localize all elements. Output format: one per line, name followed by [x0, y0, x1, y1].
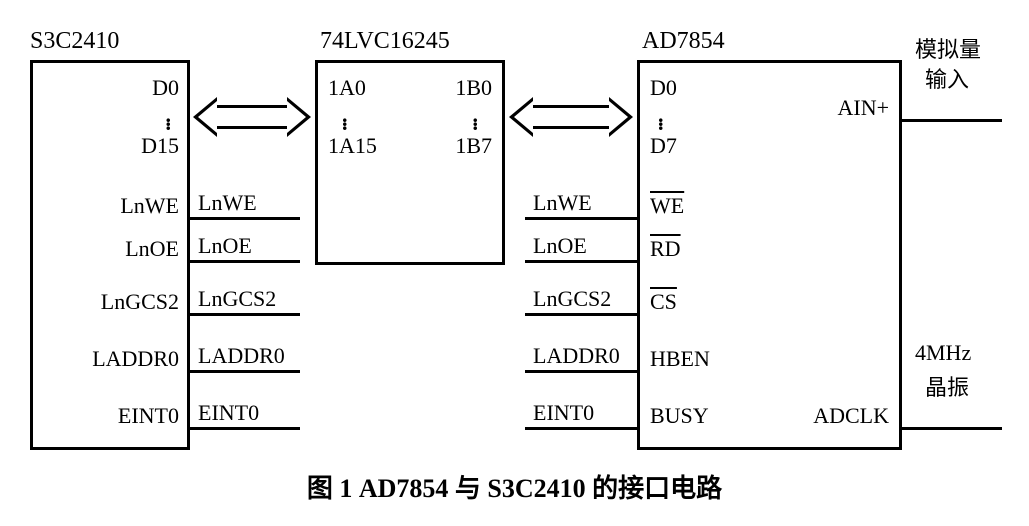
ext-label-clk1: 4MHz [915, 340, 971, 366]
chip2-pin-1b7: 1B7 [455, 133, 492, 159]
wire [190, 313, 300, 316]
chip1-pin-lngcs2: LnGCS2 [101, 289, 179, 315]
wire [525, 370, 637, 373]
vdots-icon: ... [473, 113, 479, 125]
chip1-pin-d15: D15 [141, 133, 179, 159]
chip1-pin-lnoe: LnOE [125, 236, 179, 262]
chip3-pin-cs: CS [650, 289, 677, 315]
wire [190, 217, 300, 220]
wire [525, 427, 637, 430]
chip-ad7854: D0 ... D7 WE RD CS HBEN BUSY AIN+ ADCLK [637, 60, 902, 450]
chip3-title: AD7854 [642, 28, 725, 55]
wire [902, 427, 1002, 430]
wire [525, 217, 637, 220]
chip3-pin-busy: BUSY [650, 403, 709, 429]
figure-caption: 图 1 AD7854 与 S3C2410 的接口电路 [20, 468, 1009, 505]
chip3-pin-adclk: ADCLK [813, 403, 889, 429]
chip1-title: S3C2410 [30, 28, 119, 55]
wire-label-lnwe-2: LnWE [533, 190, 592, 216]
ext-label-analog2: 输入 [925, 62, 969, 94]
wire-label-laddr0-2: LADDR0 [533, 343, 620, 369]
chip1-pin-eint0: EINT0 [118, 403, 179, 429]
chip3-pin-we: WE [650, 193, 684, 219]
interface-circuit-diagram: S3C2410 D0 ... D15 LnWE LnOE LnGCS2 LADD… [20, 20, 1009, 506]
chip2-pin-1a0: 1A0 [328, 75, 366, 101]
ext-label-clk2: 晶振 [925, 370, 969, 402]
wire-label-lngcs2: LnGCS2 [198, 286, 276, 312]
chip1-pin-laddr0: LADDR0 [92, 346, 179, 372]
wire-label-lnoe: LnOE [198, 233, 252, 259]
ext-label-analog1: 模拟量 [915, 32, 981, 64]
wire-label-lngcs2-2: LnGCS2 [533, 286, 611, 312]
chip2-pin-1b0: 1B0 [455, 75, 492, 101]
wire [525, 313, 637, 316]
wire [190, 370, 300, 373]
wire-label-lnwe: LnWE [198, 190, 257, 216]
chip2-title: 74LVC16245 [320, 28, 450, 55]
chip3-pin-d0: D0 [650, 75, 677, 101]
wire [190, 260, 300, 263]
wire-label-eint0: EINT0 [198, 400, 259, 426]
wire-label-eint0-2: EINT0 [533, 400, 594, 426]
chip3-pin-rd: RD [650, 236, 681, 262]
wire-label-laddr0: LADDR0 [198, 343, 285, 369]
vdots-icon: ... [342, 113, 348, 125]
chip-s3c2410: D0 ... D15 LnWE LnOE LnGCS2 LADDR0 EINT0 [30, 60, 190, 450]
bidirectional-arrow-icon [533, 105, 609, 129]
chip3-pin-hben: HBEN [650, 346, 710, 372]
chip1-pin-d0: D0 [152, 75, 179, 101]
vdots-icon: ... [166, 113, 172, 125]
chip2-pin-1a15: 1A15 [328, 133, 377, 159]
bidirectional-arrow-icon [217, 105, 287, 129]
wire [902, 119, 1002, 122]
chip3-pin-ain: AIN+ [837, 95, 889, 121]
wire [190, 427, 300, 430]
wire [525, 260, 637, 263]
wire-label-lnoe-2: LnOE [533, 233, 587, 259]
vdots-icon: ... [658, 113, 664, 125]
chip3-pin-d7: D7 [650, 133, 677, 159]
chip-74lvc16245: 1A0 ... 1A15 1B0 ... 1B7 [315, 60, 505, 265]
chip1-pin-lnwe: LnWE [120, 193, 179, 219]
